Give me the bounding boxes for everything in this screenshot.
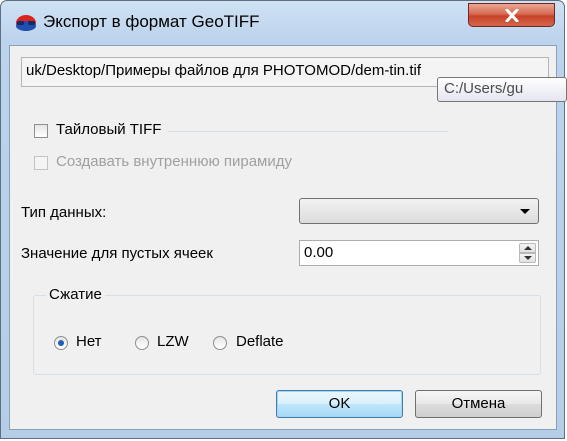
compression-lzw-label: LZW	[157, 333, 189, 350]
dialog-window: Экспорт в формат GeoTIFF uk/Desktop/Прим…	[0, 0, 567, 439]
compression-lzw-radio[interactable]	[135, 336, 149, 350]
internal-pyramid-label: Создавать внутреннюю пирамиду	[56, 153, 292, 170]
empty-value-label: Значение для пустых ячеек	[21, 245, 213, 262]
spin-buttons	[519, 243, 536, 263]
dialog-body: uk/Desktop/Примеры файлов для PHOTOMOD/d…	[9, 45, 557, 430]
path-tooltip: C:/Users/gu	[437, 77, 567, 102]
compression-none-radio[interactable]	[54, 336, 68, 350]
compression-title: Сжатие	[46, 286, 105, 303]
compression-groupbox	[33, 295, 541, 375]
cancel-button[interactable]: Отмена	[415, 390, 542, 418]
empty-value-text: 0.00	[304, 244, 334, 261]
compression-deflate-label: Deflate	[236, 333, 284, 350]
chevron-down-icon	[520, 209, 530, 214]
tiled-tiff-checkbox[interactable]	[34, 124, 48, 138]
data-type-select[interactable]	[299, 198, 539, 224]
window-title: Экспорт в формат GeoTIFF	[43, 12, 260, 31]
compression-deflate-radio[interactable]	[213, 336, 227, 350]
empty-value-input[interactable]: 0.00	[299, 240, 539, 266]
spin-up-button[interactable]	[519, 243, 536, 253]
tiled-tiff-group-line	[168, 131, 448, 132]
data-type-label: Тип данных:	[21, 204, 107, 221]
internal-pyramid-checkbox[interactable]	[34, 156, 48, 170]
compression-none-label: Нет	[76, 333, 102, 350]
close-button[interactable]	[468, 3, 555, 27]
spin-down-button[interactable]	[519, 253, 536, 263]
close-icon	[505, 9, 519, 22]
title-bar[interactable]: Экспорт в формат GeoTIFF	[1, 1, 564, 45]
app-icon	[16, 15, 36, 31]
tiled-tiff-label: Тайловый TIFF	[56, 121, 162, 138]
ok-button[interactable]: OK	[276, 390, 403, 418]
